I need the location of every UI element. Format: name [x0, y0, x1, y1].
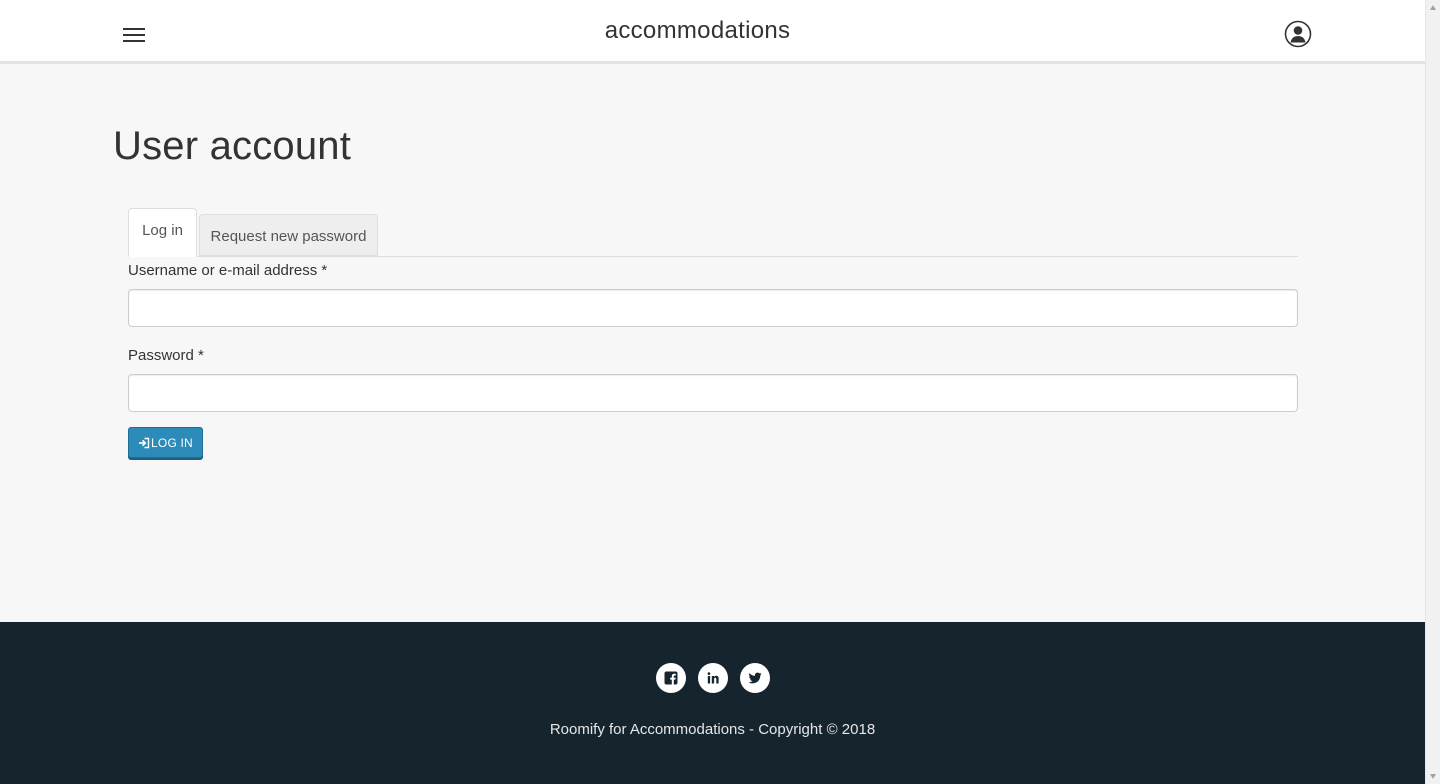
- account-tabs: Log in Request new password: [128, 208, 1298, 257]
- username-input[interactable]: [128, 289, 1298, 327]
- tab-request-new-password[interactable]: Request new password: [199, 214, 378, 256]
- page-scrollbar[interactable]: [1425, 0, 1440, 784]
- scroll-down-arrow-icon[interactable]: [1430, 774, 1436, 779]
- user-account-icon[interactable]: [1284, 20, 1312, 48]
- log-in-button[interactable]: LOG IN: [128, 427, 203, 458]
- scroll-up-arrow-icon[interactable]: [1430, 5, 1436, 10]
- site-title[interactable]: accommodations: [0, 17, 1395, 45]
- required-marker: *: [321, 262, 328, 279]
- copyright-text: Roomify for Accommodations - Copyright ©…: [549, 721, 876, 738]
- log-in-button-label: LOG IN: [151, 435, 193, 450]
- twitter-icon[interactable]: [740, 663, 770, 693]
- linkedin-icon[interactable]: [698, 663, 728, 693]
- scrollbar-thumb[interactable]: [1429, 16, 1437, 768]
- site-header: accommodations: [0, 0, 1425, 64]
- page-title: User account: [113, 124, 352, 168]
- facebook-icon[interactable]: [656, 663, 686, 693]
- site-footer: Roomify for Accommodations - Copyright ©…: [0, 622, 1425, 784]
- password-label-text: Password: [128, 347, 194, 364]
- log-in-icon: [139, 437, 150, 448]
- username-label: Username or e-mail address *: [128, 262, 327, 279]
- password-input[interactable]: [128, 374, 1298, 412]
- tab-log-in[interactable]: Log in: [128, 208, 197, 257]
- username-label-text: Username or e-mail address: [128, 262, 318, 279]
- password-label: Password *: [128, 347, 204, 364]
- required-marker: *: [198, 347, 204, 364]
- page-viewport: accommodations User account Log in Reque…: [0, 0, 1425, 784]
